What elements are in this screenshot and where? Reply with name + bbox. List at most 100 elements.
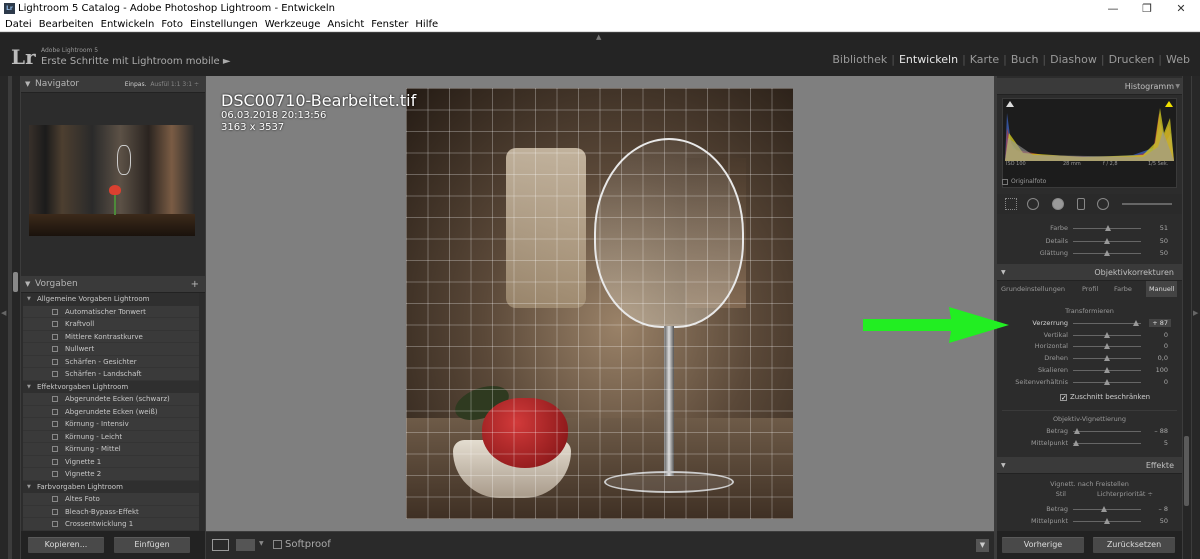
preset-item[interactable]: Abgerundete Ecken (weiß): [23, 405, 199, 418]
radial-filter-icon[interactable]: [1097, 198, 1109, 210]
preset-item[interactable]: Nullwert: [23, 343, 199, 356]
menu-item[interactable]: Fenster: [371, 19, 408, 30]
menu-item[interactable]: Werkzeuge: [265, 19, 321, 30]
reset-button[interactable]: Zurücksetzen: [1093, 537, 1175, 553]
preset-group[interactable]: Allgemeine Vorgaben Lightroom: [23, 293, 199, 306]
lens-tab-farbe[interactable]: Farbe: [1114, 281, 1132, 297]
constrain-crop-checkbox[interactable]: ✓: [1060, 393, 1067, 401]
graduated-filter-icon[interactable]: [1077, 198, 1085, 210]
preset-item[interactable]: Crossentwicklung 1: [23, 518, 199, 531]
navigator-preview[interactable]: [29, 125, 195, 236]
menu-item[interactable]: Einstellungen: [190, 19, 258, 30]
slider-row[interactable]: Betrag – 88: [997, 426, 1182, 438]
slider-knob[interactable]: [1104, 225, 1111, 231]
module-karte[interactable]: Karte: [970, 53, 999, 66]
before-after-dropdown-icon[interactable]: ▼: [259, 540, 264, 547]
slider-knob[interactable]: [1074, 428, 1081, 434]
slider-row[interactable]: Mittelpunkt 5: [997, 438, 1182, 450]
paste-button[interactable]: Einfügen: [114, 537, 190, 553]
slider-track[interactable]: [1073, 443, 1141, 444]
zoom-others[interactable]: Ausfül 1:1 3:1 ÷: [150, 81, 199, 88]
slider-knob[interactable]: [1104, 331, 1110, 338]
add-preset-button[interactable]: +: [191, 276, 199, 293]
right-panel-scrollbar[interactable]: [1183, 76, 1191, 559]
preset-item[interactable]: Kraftvoll: [23, 318, 199, 331]
lens-tab-profil[interactable]: Profil: [1082, 281, 1098, 297]
slider-value[interactable]: – 88: [1154, 427, 1168, 435]
effects-header[interactable]: ▼ Effekte: [997, 457, 1182, 474]
slider-row[interactable]: Horizontal 0: [997, 341, 1182, 353]
collapse-right-icon[interactable]: ▶: [1193, 309, 1198, 317]
slider-value[interactable]: 5: [1164, 439, 1168, 447]
right-edge-collapse[interactable]: ▶: [1192, 76, 1200, 559]
module-entwickeln[interactable]: Entwickeln: [899, 53, 958, 66]
module-bibliothek[interactable]: Bibliothek: [832, 53, 887, 66]
module-buch[interactable]: Buch: [1011, 53, 1039, 66]
slider-row[interactable]: Verzerrung + 87: [997, 318, 1182, 330]
slider-row[interactable]: Glättung 50: [997, 248, 1182, 260]
slider-knob[interactable]: [1073, 440, 1080, 446]
softproof-toggle[interactable]: Softproof: [273, 539, 331, 550]
slider-knob[interactable]: [1104, 366, 1110, 373]
scroll-thumb[interactable]: [1184, 436, 1189, 506]
red-eye-icon[interactable]: [1052, 198, 1064, 210]
slider-knob[interactable]: [1104, 250, 1110, 256]
close-button[interactable]: ✕: [1164, 0, 1198, 17]
preset-item[interactable]: Automatischer Tonwert: [23, 305, 199, 318]
original-photo-toggle[interactable]: Originalfoto: [1002, 178, 1046, 185]
lens-tab-grundeinstellungen[interactable]: Grundeinstellungen: [1001, 281, 1065, 297]
preset-item[interactable]: Vignette 1: [23, 455, 199, 468]
preset-item[interactable]: Schärfen - Gesichter: [23, 355, 199, 368]
slider-knob[interactable]: [1104, 343, 1110, 350]
lens-tab-manuell[interactable]: Manuell: [1146, 281, 1178, 297]
catalog-name[interactable]: Erste Schritte mit Lightroom mobile ►: [41, 56, 231, 67]
module-diashow[interactable]: Diashow: [1050, 53, 1097, 66]
copy-button[interactable]: Kopieren...: [28, 537, 104, 553]
slider-knob[interactable]: [1104, 518, 1110, 524]
preset-item[interactable]: Mittlere Kontrastkurve: [23, 330, 199, 343]
crop-tool-icon[interactable]: [1005, 198, 1017, 210]
slider-value[interactable]: 50: [1160, 249, 1168, 257]
slider-value[interactable]: 0: [1164, 378, 1168, 386]
navigator-header[interactable]: ▼ Navigator Einpas. Ausfül 1:1 3:1 ÷: [21, 76, 205, 93]
before-after-icon[interactable]: [236, 539, 255, 551]
left-panel-scrollbar[interactable]: [12, 76, 20, 559]
slider-knob[interactable]: [1104, 378, 1110, 385]
module-web[interactable]: Web: [1166, 53, 1190, 66]
preset-item[interactable]: Körnung - Leicht: [23, 430, 199, 443]
menu-item[interactable]: Entwickeln: [101, 19, 155, 30]
slider-value[interactable]: 100: [1156, 366, 1168, 374]
slider-value[interactable]: + 87: [1149, 319, 1171, 327]
slider-row[interactable]: Vertikal 0: [997, 330, 1182, 342]
preset-group[interactable]: Effektvorgaben Lightroom: [23, 380, 199, 393]
slider-row[interactable]: Drehen 0,0: [997, 353, 1182, 365]
preset-group[interactable]: Farbvorgaben Lightroom: [23, 480, 199, 493]
style-select[interactable]: Lichterpriorität ÷: [1097, 490, 1153, 498]
collapse-top-icon[interactable]: ▲: [596, 33, 601, 41]
slider-row[interactable]: Farbe 51: [997, 223, 1182, 235]
menu-item[interactable]: Datei: [5, 19, 32, 30]
zoom-options[interactable]: Einpas. Ausfül 1:1 3:1 ÷: [125, 76, 199, 93]
slider-knob[interactable]: [1101, 506, 1108, 512]
slider-row[interactable]: Details 50: [997, 236, 1182, 248]
collapse-left-icon[interactable]: ◀: [1, 309, 6, 317]
adjustment-brush-icon[interactable]: [1122, 203, 1172, 205]
loupe-view-icon[interactable]: [212, 539, 229, 551]
menu-item[interactable]: Hilfe: [415, 19, 438, 30]
slider-knob[interactable]: [1104, 237, 1110, 244]
slider-track[interactable]: [1073, 323, 1141, 324]
constrain-crop-toggle[interactable]: ✓ Zuschnitt beschränken: [1060, 393, 1150, 401]
preset-item[interactable]: Vignette 2: [23, 468, 199, 481]
scroll-thumb[interactable]: [13, 272, 18, 292]
original-checkbox[interactable]: [1002, 178, 1008, 185]
slider-knob[interactable]: [1133, 320, 1140, 326]
preset-item[interactable]: Abgerundete Ecken (schwarz): [23, 393, 199, 406]
preset-item[interactable]: Körnung - Mittel: [23, 443, 199, 456]
slider-row[interactable]: Skalieren 100: [997, 365, 1182, 377]
minimize-button[interactable]: —: [1096, 0, 1130, 17]
slider-row[interactable]: Betrag – 8: [997, 504, 1182, 516]
slider-knob[interactable]: [1104, 355, 1110, 362]
preset-item[interactable]: Körnung - Intensiv: [23, 418, 199, 431]
toolbar-menu-icon[interactable]: ▼: [976, 539, 989, 552]
lens-corrections-header[interactable]: ▼ Objektivkorrekturen: [997, 264, 1182, 281]
